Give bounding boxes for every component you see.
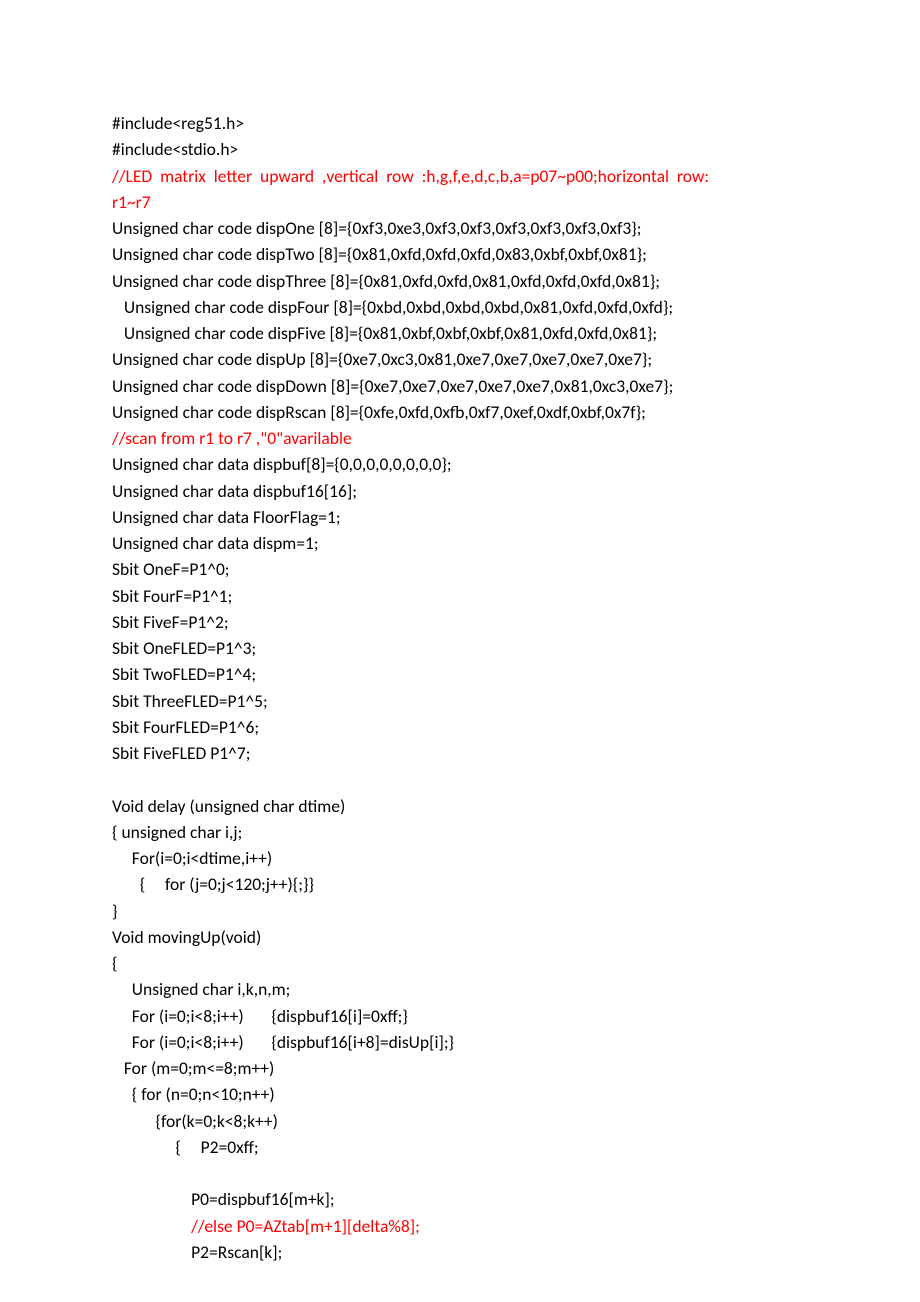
code-line: Unsigned char data dispbuf16[16]; [112, 478, 808, 504]
code-text-run: Unsigned char code dispOne [8]={0xf3,0xe… [112, 217, 641, 239]
code-line: Sbit FourF=P1^1; [112, 583, 808, 609]
code-line: Sbit FiveF=P1^2; [112, 609, 808, 635]
code-text-run: Sbit FourF=P1^1; [112, 585, 232, 607]
code-text-run: Sbit FiveF=P1^2; [112, 611, 229, 633]
code-line: Void movingUp(void) [112, 924, 808, 950]
code-text-run: For (i=0;i<8;i++) {dispbuf16[i]=0xff;} [112, 1005, 408, 1027]
code-line: { unsigned char i,j; [112, 819, 808, 845]
code-text-run: Unsigned char data FloorFlag=1; [112, 506, 341, 528]
code-text-run: For (m=0;m<=8;m++) [112, 1057, 274, 1079]
code-line: { for (n=0;n<10;n++) [112, 1081, 808, 1107]
code-text-run: r1~r7 [112, 191, 151, 213]
code-line: Unsigned char data dispbuf[8]={0,0,0,0,0… [112, 451, 808, 477]
code-text-run: } [112, 900, 118, 922]
code-text-run: Unsigned char data dispm=1; [112, 532, 319, 554]
code-text-run: //LED matrix letter upward ,vertical row… [112, 165, 713, 187]
code-text-run: //else P0=AZtab[m+1][delta%8]; [112, 1215, 420, 1237]
code-text-run: {for(k=0;k<8;k++) [112, 1110, 278, 1132]
code-text-run: Unsigned char code dispUp [8]={0xe7,0xc3… [112, 348, 652, 370]
code-text-run: Unsigned char data dispbuf[8]={0,0,0,0,0… [112, 453, 452, 475]
code-line: Unsigned char code dispFour [8]={0xbd,0x… [112, 294, 808, 320]
code-line: { [112, 950, 808, 976]
code-text-run: Unsigned char code dispFive [8]={0x81,0x… [112, 322, 657, 344]
code-line: //scan from r1 to r7 ,"0"avarilable [112, 425, 808, 451]
code-line: Unsigned char code dispDown [8]={0xe7,0x… [112, 373, 808, 399]
code-line: Sbit FiveFLED P1^7; [112, 740, 808, 766]
code-line: Void delay (unsigned char dtime) [112, 793, 808, 819]
code-line: Unsigned char code dispRscan [8]={0xfe,0… [112, 399, 808, 425]
code-text-run: Sbit ThreeFLED=P1^5; [112, 690, 268, 712]
code-line: Sbit ThreeFLED=P1^5; [112, 688, 808, 714]
code-line: Unsigned char code dispTwo [8]={0x81,0xf… [112, 241, 808, 267]
code-line: Sbit OneF=P1^0; [112, 556, 808, 582]
code-line: For(i=0;i<dtime,i++) [112, 845, 808, 871]
code-line: Sbit TwoFLED=P1^4; [112, 661, 808, 687]
code-text-run: Void movingUp(void) [112, 926, 261, 948]
code-text-run: Unsigned char code dispDown [8]={0xe7,0x… [112, 375, 673, 397]
code-text-run: Sbit FourFLED=P1^6; [112, 716, 259, 738]
code-line: { for (j=0;j<120;j++){;}} [112, 871, 808, 897]
code-line: For (i=0;i<8;i++) {dispbuf16[i]=0xff;} [112, 1003, 808, 1029]
code-line [112, 1160, 808, 1186]
code-line: #include<stdio.h> [112, 136, 808, 162]
code-text-run: { for (n=0;n<10;n++) [112, 1083, 275, 1105]
code-text-run: Sbit OneFLED=P1^3; [112, 637, 256, 659]
code-line: Unsigned char code dispFive [8]={0x81,0x… [112, 320, 808, 346]
code-text-run: Unsigned char i,k,n,m; [112, 978, 290, 1000]
code-text-run: Sbit TwoFLED=P1^4; [112, 663, 256, 685]
code-line: { P2=0xff; [112, 1134, 808, 1160]
code-text-run: P2=Rscan[k]; [112, 1241, 282, 1263]
code-line: {for(k=0;k<8;k++) [112, 1108, 808, 1134]
code-text-run: For (i=0;i<8;i++) {dispbuf16[i+8]=disUp[… [112, 1031, 454, 1053]
code-text-run: Unsigned char code dispThree [8]={0x81,0… [112, 270, 660, 292]
code-line: Sbit FourFLED=P1^6; [112, 714, 808, 740]
code-line: Sbit OneFLED=P1^3; [112, 635, 808, 661]
code-text-run: Unsigned char code dispFour [8]={0xbd,0x… [112, 296, 673, 318]
code-line: For (m=0;m<=8;m++) [112, 1055, 808, 1081]
code-text-run: P0=dispbuf16[m+k]; [112, 1188, 335, 1210]
code-text-run: #include<reg51.h> [112, 112, 244, 134]
code-line: //else P0=AZtab[m+1][delta%8]; [112, 1213, 808, 1239]
code-text-run: { [112, 952, 118, 974]
code-line: Unsigned char code dispOne [8]={0xf3,0xe… [112, 215, 808, 241]
code-text-run: Sbit OneF=P1^0; [112, 558, 230, 580]
code-text-content: #include<reg51.h> #include<stdio.h> //LED … [112, 110, 808, 1265]
code-line [112, 766, 808, 792]
code-line: #include<reg51.h> [112, 110, 808, 136]
code-line: P0=dispbuf16[m+k]; [112, 1186, 808, 1212]
code-text-run: { unsigned char i,j; [112, 821, 242, 843]
code-line: Unsigned char i,k,n,m; [112, 976, 808, 1002]
code-text-run: { for (j=0;j<120;j++){;}} [112, 873, 314, 895]
code-line: r1~r7 [112, 189, 808, 215]
code-line: Unsigned char data FloorFlag=1; [112, 504, 808, 530]
code-text-run: Unsigned char data dispbuf16[16]; [112, 480, 357, 502]
code-line: Unsigned char code dispThree [8]={0x81,0… [112, 268, 808, 294]
code-text-run: Unsigned char code dispRscan [8]={0xfe,0… [112, 401, 646, 423]
code-text-run: { P2=0xff; [112, 1136, 259, 1158]
code-text-run: For(i=0;i<dtime,i++) [112, 847, 272, 869]
code-line: } [112, 898, 808, 924]
document-page: #include<reg51.h> #include<stdio.h> //LED … [0, 0, 920, 1302]
code-text-run: Void delay (unsigned char dtime) [112, 795, 345, 817]
code-line: //LED matrix letter upward ,vertical row… [112, 163, 808, 189]
code-line: Unsigned char data dispm=1; [112, 530, 808, 556]
code-text-run: #include<stdio.h> [112, 138, 238, 160]
code-text-run: //scan from r1 to r7 ,"0"avarilable [112, 427, 352, 449]
code-text-run: Sbit FiveFLED P1^7; [112, 742, 250, 764]
code-text-run: Unsigned char code dispTwo [8]={0x81,0xf… [112, 243, 647, 265]
code-line: Unsigned char code dispUp [8]={0xe7,0xc3… [112, 346, 808, 372]
code-line: For (i=0;i<8;i++) {dispbuf16[i+8]=disUp[… [112, 1029, 808, 1055]
code-line: P2=Rscan[k]; [112, 1239, 808, 1265]
